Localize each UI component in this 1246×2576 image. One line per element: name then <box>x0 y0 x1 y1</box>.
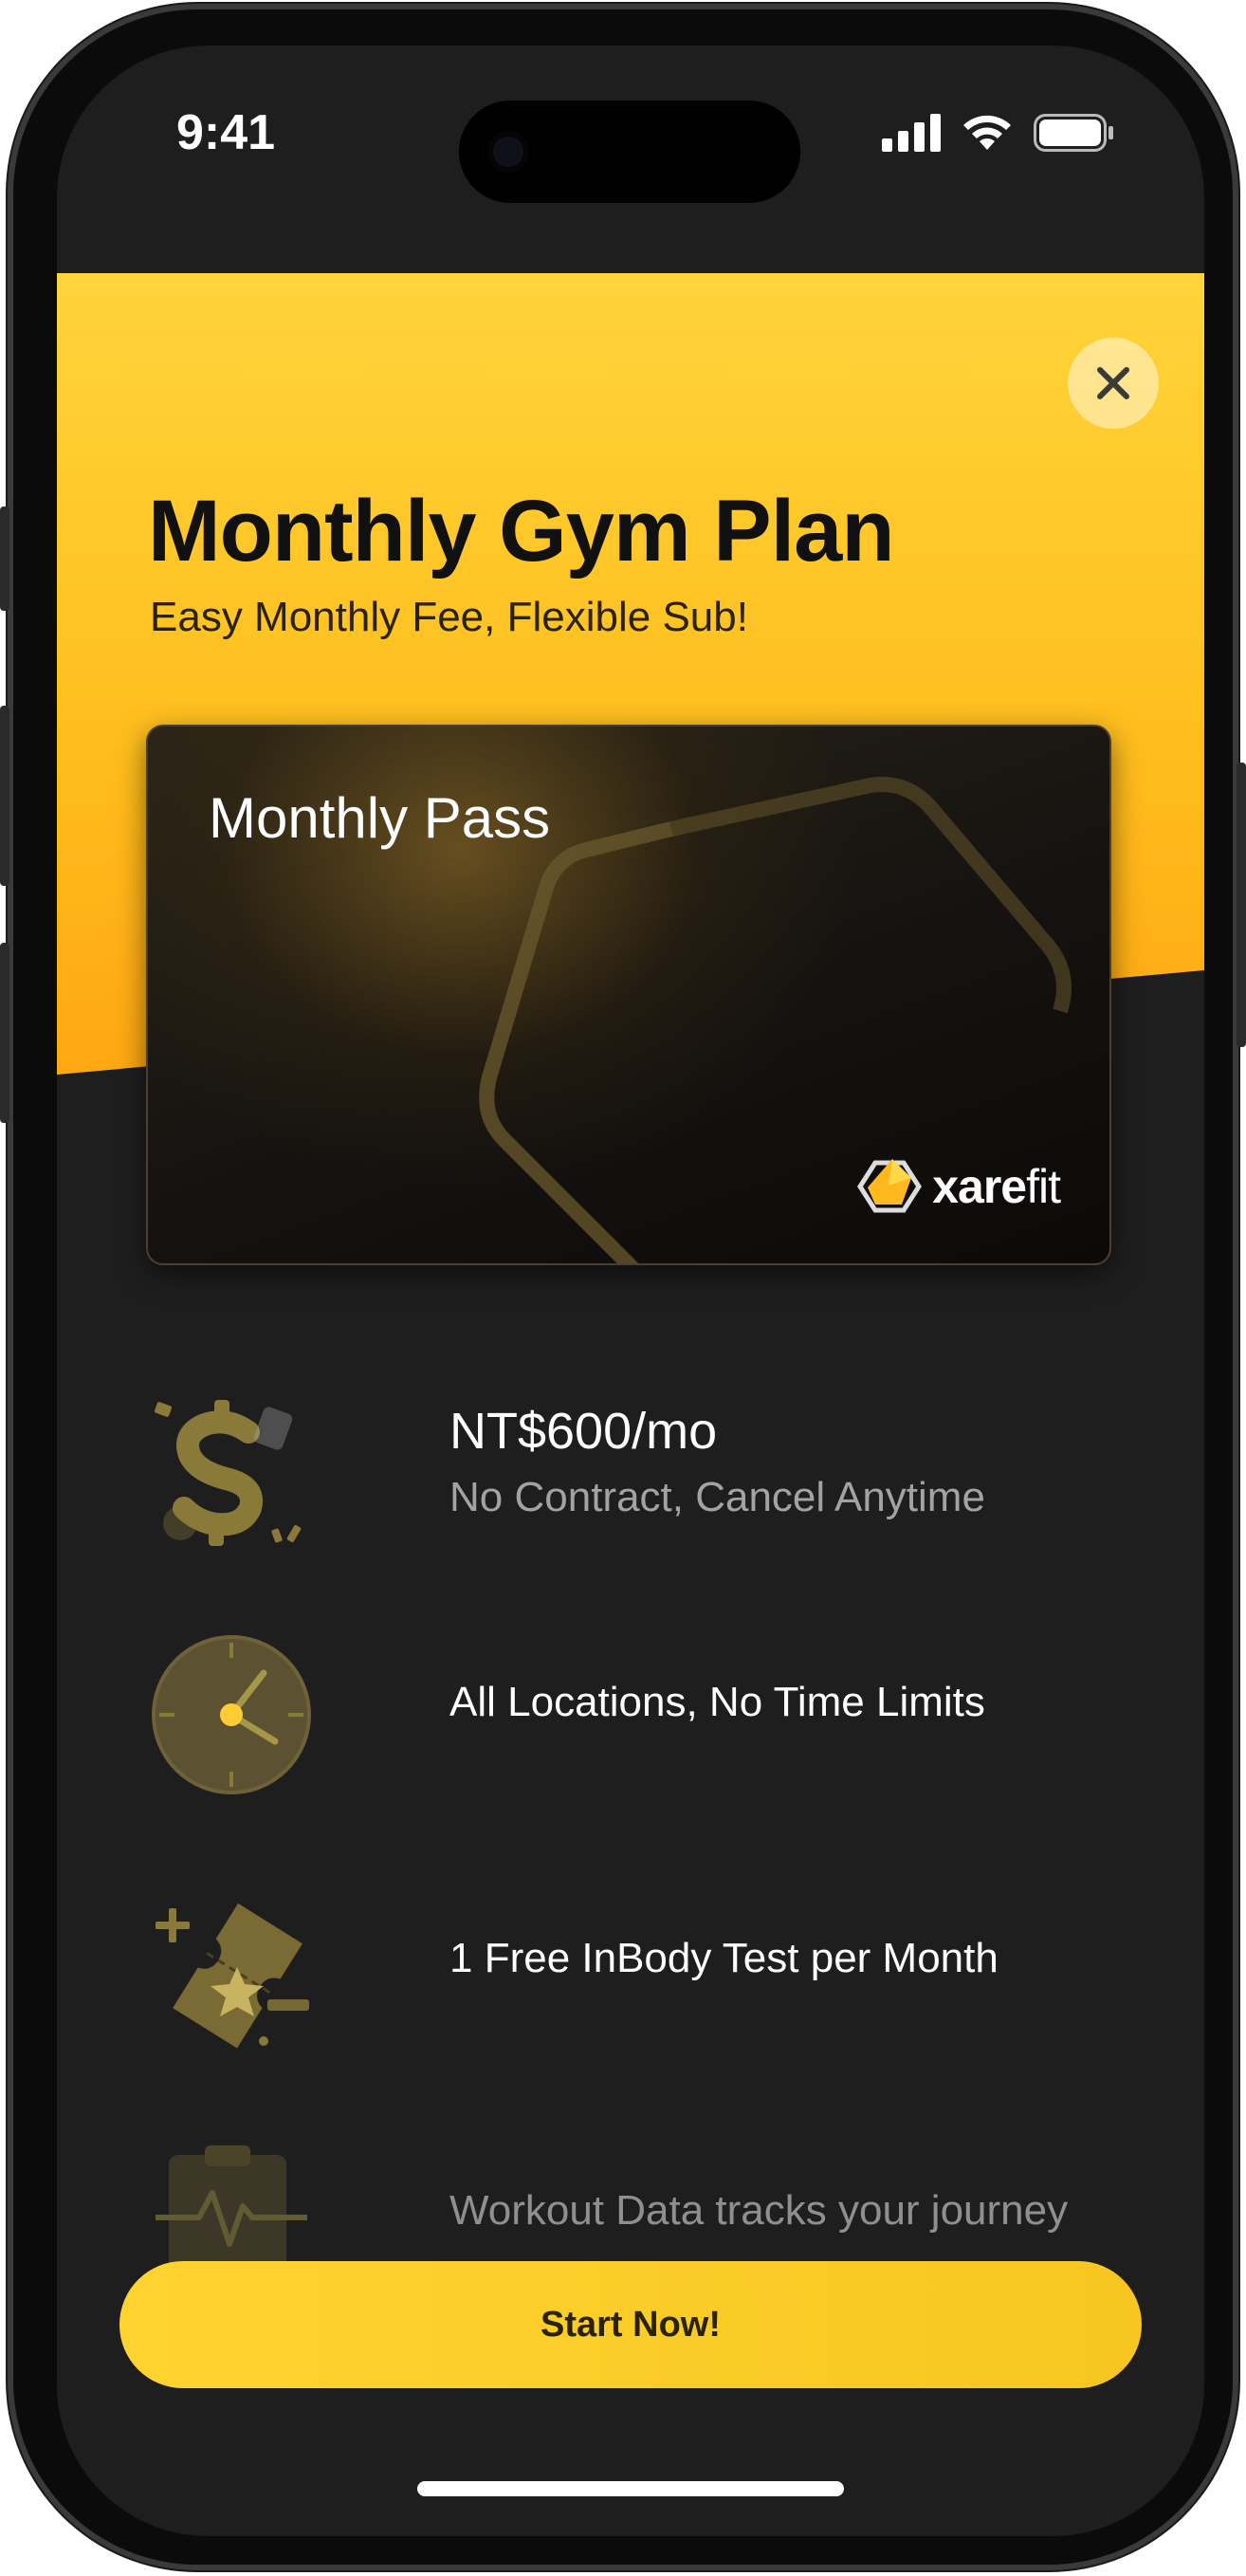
feature-price-title: NT$600/mo <box>449 1403 718 1460</box>
status-time: 9:41 <box>176 105 276 160</box>
feature-inbody: 1 Free InBody Test per Month <box>146 1886 1132 2056</box>
dynamic-island <box>459 101 800 203</box>
feature-workout-data-text: Workout Data tracks your journey <box>449 2187 1068 2235</box>
page-title: Monthly Gym Plan <box>148 483 895 580</box>
brand-name-prefix: xare <box>932 1160 1027 1213</box>
feature-locations: All Locations, No Time Limits <box>146 1629 1132 1800</box>
feature-inbody-title: 1 Free InBody Test per Month <box>449 1935 999 1981</box>
clock-icon <box>152 1635 311 1794</box>
monthly-pass-card: Monthly Pass xarefit <box>146 725 1111 1265</box>
feature-price-subtitle: No Contract, Cancel Anytime <box>449 1474 985 1520</box>
status-icons <box>882 114 1115 152</box>
feature-inbody-text: 1 Free InBody Test per Month <box>449 1935 999 1982</box>
status-bar: 9:41 <box>57 46 1204 273</box>
feature-price: NT$600/mo No Contract, Cancel Anytime <box>146 1392 1132 1563</box>
close-icon <box>1097 367 1129 399</box>
action-button <box>0 506 9 611</box>
signal-icon <box>882 114 941 152</box>
brand-name: xarefit <box>932 1159 1061 1214</box>
feature-locations-title: All Locations, No Time Limits <box>449 1679 985 1725</box>
start-now-button[interactable]: Start Now! <box>119 2261 1142 2388</box>
camera-icon <box>487 131 529 173</box>
phone-frame: 9:41 Monthly Gym Plan Easy Monthly Fee, … <box>0 4 1246 2570</box>
battery-icon <box>1034 114 1113 152</box>
dollar-icon <box>154 1400 302 1546</box>
wifi-icon <box>963 115 1011 150</box>
ticket-icon <box>156 1903 309 2049</box>
page-subtitle: Easy Monthly Fee, Flexible Sub! <box>150 594 748 640</box>
xarefit-logo-icon <box>857 1159 923 1213</box>
feature-workout-data-title: Workout Data tracks your journey <box>449 2187 1069 2234</box>
power-button <box>1237 763 1246 1047</box>
brand-logo: xarefit <box>854 1157 1061 1216</box>
volume-down-button <box>0 943 9 1123</box>
home-indicator[interactable] <box>417 2481 844 2496</box>
screen: 9:41 Monthly Gym Plan Easy Monthly Fee, … <box>57 46 1204 2536</box>
card-title: Monthly Pass <box>209 786 551 850</box>
volume-up-button <box>0 706 9 886</box>
close-button[interactable] <box>1068 338 1159 429</box>
brand-name-suffix: fit <box>1026 1160 1061 1213</box>
feature-locations-text: All Locations, No Time Limits <box>449 1679 985 1726</box>
feature-price-text: NT$600/mo No Contract, Cancel Anytime <box>449 1402 985 1521</box>
